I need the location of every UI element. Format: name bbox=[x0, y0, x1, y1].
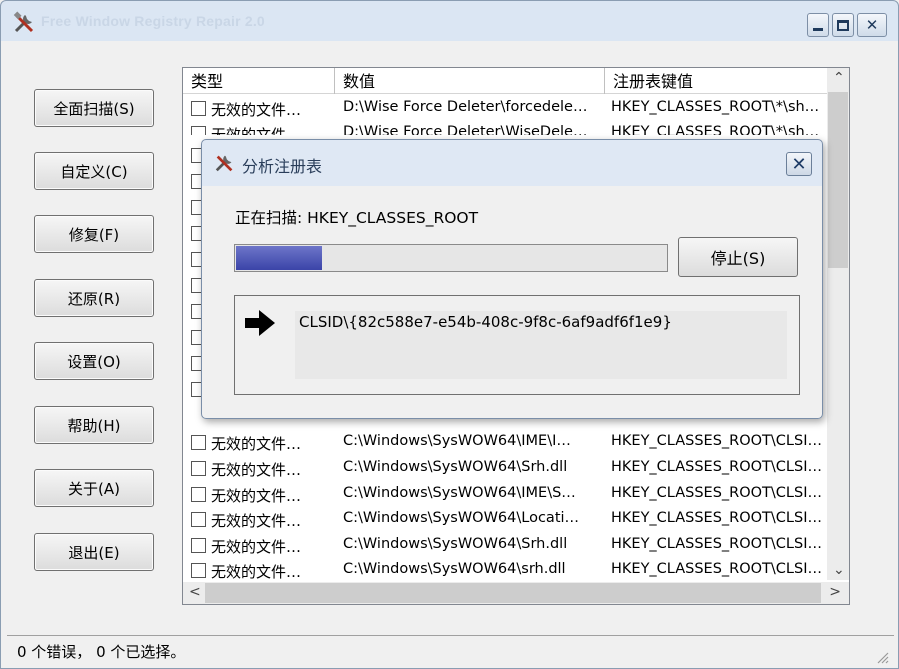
main-window: Free Window Registry Repair 2.0 ✕ 全面扫描(S… bbox=[0, 0, 899, 669]
tools-icon bbox=[215, 155, 233, 172]
row-checkbox[interactable] bbox=[191, 126, 206, 135]
cell-key: HKEY_CLASSES_ROOT\CLSI… bbox=[611, 433, 822, 449]
table-row[interactable]: 无效的文件… C:\Windows\SysWOW64\Srh.dll HKEY_CL… bbox=[183, 456, 833, 482]
close-icon: ✕ bbox=[865, 16, 879, 34]
cell-type: 无效的文件… bbox=[211, 461, 302, 479]
horizontal-scrollbar[interactable]: < > bbox=[183, 582, 849, 604]
table-row[interactable]: 无效的文件… C:\Windows\SysWOW64\IME\S… HKEY_CLA… bbox=[183, 482, 833, 508]
cell-key: HKEY_CLASSES_ROOT\CLSI… bbox=[611, 536, 822, 552]
scroll-thumb[interactable] bbox=[828, 92, 848, 268]
cell-type: 无效的文件… bbox=[211, 538, 302, 556]
row-checkbox[interactable] bbox=[191, 563, 206, 578]
table-row[interactable]: 无效的文件… C:\Windows\SysWOW64\Srh.dll HKEY_CL… bbox=[183, 533, 833, 559]
cell-key: HKEY_CLASSES_ROOT\CLSI… bbox=[611, 485, 822, 501]
cell-type: 无效的文件… bbox=[211, 512, 302, 530]
current-path-text: CLSID\{82c588e7-e54b-408c-9f8c-6af9adf6f… bbox=[295, 311, 787, 379]
scroll-right-icon[interactable]: > bbox=[829, 584, 841, 600]
cell-value: C:\Windows\SysWOW64\Srh.dll bbox=[343, 459, 568, 475]
scroll-down-icon[interactable]: ⌄ bbox=[833, 562, 845, 578]
cell-value: D:\Wise Force Deleter\forcedele… bbox=[343, 99, 588, 115]
scanning-label: 正在扫描: HKEY_CLASSES_ROOT bbox=[235, 209, 479, 227]
title-bar[interactable]: Free Window Registry Repair 2.0 ✕ bbox=[1, 1, 898, 45]
row-checkbox[interactable] bbox=[191, 435, 206, 450]
tools-icon bbox=[13, 11, 34, 33]
minimize-icon bbox=[813, 27, 823, 31]
dialog-title: 分析注册表 bbox=[242, 157, 323, 176]
cell-value: C:\Windows\SysWOW64\IME\I… bbox=[343, 433, 571, 449]
window-title: Free Window Registry Repair 2.0 bbox=[41, 13, 265, 29]
table-row[interactable]: 无效的文件… C:\Windows\SysWOW64\Locati… HKEY_CL… bbox=[183, 507, 833, 533]
scroll-up-icon[interactable]: ⌃ bbox=[833, 70, 845, 86]
row-checkbox[interactable] bbox=[191, 538, 206, 553]
repair-button[interactable]: 修复(F) bbox=[34, 215, 154, 253]
table-row[interactable]: 无效的文件… D:\Wise Force Deleter\forcedele… HK… bbox=[183, 96, 833, 122]
maximize-icon bbox=[837, 19, 849, 31]
cell-value: C:\Windows\SysWOW64\Locati… bbox=[343, 510, 580, 526]
cell-type: 无效的文件… bbox=[211, 563, 302, 581]
progress-fill bbox=[236, 246, 323, 270]
table-row[interactable]: 无效的文件… D:\Wise Force Deleter\WiseDele… HKE… bbox=[183, 121, 833, 135]
cell-value: C:\Windows\SysWOW64\IME\S… bbox=[343, 485, 576, 501]
cell-key: HKEY_CLASSES_ROOT\*\sh… bbox=[611, 99, 820, 115]
cell-key: HKEY_CLASSES_ROOT\*\sh… bbox=[611, 124, 820, 135]
cell-type: 无效的文件… bbox=[211, 101, 302, 119]
row-checkbox[interactable] bbox=[191, 101, 206, 116]
vertical-scrollbar[interactable]: ⌃ ⌄ bbox=[827, 68, 849, 580]
cell-type: 无效的文件… bbox=[211, 435, 302, 453]
cell-key: HKEY_CLASSES_ROOT\CLSI… bbox=[611, 459, 822, 475]
scroll-left-icon[interactable]: < bbox=[189, 584, 201, 600]
help-button[interactable]: 帮助(H) bbox=[34, 406, 154, 444]
close-button[interactable]: ✕ bbox=[857, 13, 887, 37]
close-icon: ✕ bbox=[791, 153, 807, 175]
settings-button[interactable]: 设置(O) bbox=[34, 342, 154, 380]
exit-button[interactable]: 退出(E) bbox=[34, 533, 154, 571]
cell-value: C:\Windows\SysWOW64\srh.dll bbox=[343, 561, 566, 577]
column-header-key[interactable]: 注册表键值 bbox=[605, 68, 845, 94]
dialog-close-button[interactable]: ✕ bbox=[786, 152, 812, 176]
scroll-thumb[interactable] bbox=[205, 583, 821, 603]
full-scan-button[interactable]: 全面扫描(S) bbox=[34, 89, 154, 127]
analyze-registry-dialog: 分析注册表 ✕ 正在扫描: HKEY_CLASSES_ROOT 停止(S) CL… bbox=[201, 139, 823, 419]
cell-key: HKEY_CLASSES_ROOT\CLSI… bbox=[611, 561, 822, 577]
row-checkbox[interactable] bbox=[191, 487, 206, 502]
status-text: 0 个错误， 0 个已选择。 bbox=[17, 643, 186, 661]
column-header-value[interactable]: 数值 bbox=[335, 68, 605, 94]
resize-grip-icon[interactable] bbox=[874, 649, 890, 665]
row-checkbox[interactable] bbox=[191, 512, 206, 527]
about-button[interactable]: 关于(A) bbox=[34, 469, 154, 507]
column-header-type[interactable]: 类型 bbox=[183, 68, 335, 94]
maximize-button[interactable] bbox=[832, 13, 854, 37]
custom-button[interactable]: 自定义(C) bbox=[34, 152, 154, 190]
table-row[interactable]: 无效的文件… C:\Windows\SysWOW64\srh.dll HKEY_CL… bbox=[183, 558, 833, 584]
cell-value: D:\Wise Force Deleter\WiseDele… bbox=[343, 124, 588, 135]
cell-value: C:\Windows\SysWOW64\Srh.dll bbox=[343, 536, 568, 552]
current-path-box: CLSID\{82c588e7-e54b-408c-9f8c-6af9adf6f… bbox=[234, 295, 800, 395]
progress-bar bbox=[234, 244, 668, 272]
minimize-button[interactable] bbox=[807, 13, 829, 37]
cell-key: HKEY_CLASSES_ROOT\CLSI… bbox=[611, 510, 822, 526]
right-arrow-icon bbox=[245, 310, 275, 336]
table-row[interactable]: 无效的文件… C:\Windows\SysWOW64\IME\I… HKEY_CLA… bbox=[183, 430, 833, 456]
row-checkbox[interactable] bbox=[191, 461, 206, 476]
stop-button[interactable]: 停止(S) bbox=[678, 237, 798, 277]
status-bar: 0 个错误， 0 个已选择。 bbox=[7, 635, 894, 668]
cell-type: 无效的文件… bbox=[211, 126, 302, 135]
list-header: 类型 数值 注册表键值 bbox=[183, 68, 845, 94]
cell-type: 无效的文件… bbox=[211, 487, 302, 505]
restore-button[interactable]: 还原(R) bbox=[34, 279, 154, 317]
